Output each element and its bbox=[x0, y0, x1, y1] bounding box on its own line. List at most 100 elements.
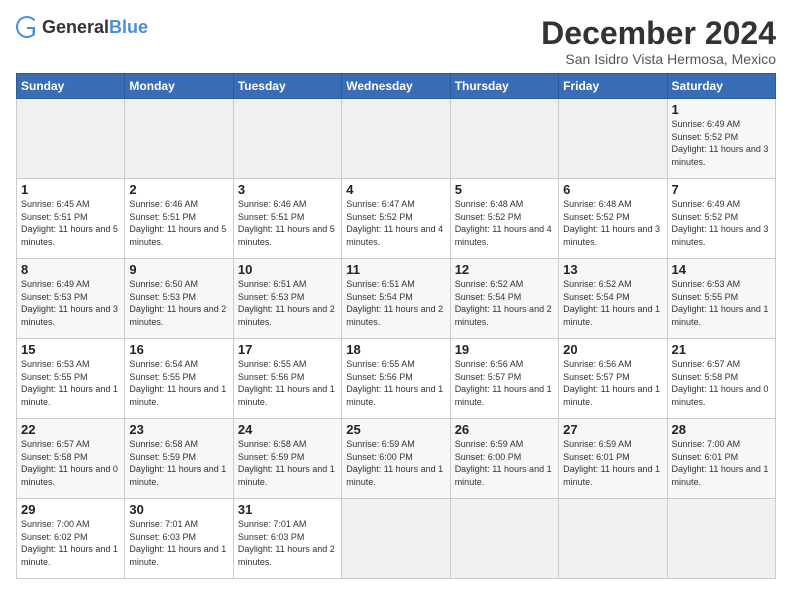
cell-info: Sunrise: 6:45 AMSunset: 5:51 PMDaylight:… bbox=[21, 198, 120, 248]
day-number: 3 bbox=[238, 182, 337, 197]
cell-info: Sunrise: 6:46 AMSunset: 5:51 PMDaylight:… bbox=[238, 198, 337, 248]
calendar-cell bbox=[342, 99, 450, 179]
cell-info: Sunrise: 6:59 AMSunset: 6:00 PMDaylight:… bbox=[455, 438, 554, 488]
day-number: 9 bbox=[129, 262, 228, 277]
cell-info: Sunrise: 6:57 AMSunset: 5:58 PMDaylight:… bbox=[672, 358, 771, 408]
day-number: 8 bbox=[21, 262, 120, 277]
calendar-cell bbox=[450, 99, 558, 179]
calendar-cell bbox=[233, 99, 341, 179]
day-number: 24 bbox=[238, 422, 337, 437]
calendar-week-6: 29Sunrise: 7:00 AMSunset: 6:02 PMDayligh… bbox=[17, 499, 776, 579]
calendar-cell: 19Sunrise: 6:56 AMSunset: 5:57 PMDayligh… bbox=[450, 339, 558, 419]
cell-info: Sunrise: 6:59 AMSunset: 6:00 PMDaylight:… bbox=[346, 438, 445, 488]
calendar-cell: 24Sunrise: 6:58 AMSunset: 5:59 PMDayligh… bbox=[233, 419, 341, 499]
calendar-cell: 28Sunrise: 7:00 AMSunset: 6:01 PMDayligh… bbox=[667, 419, 775, 499]
cell-info: Sunrise: 6:55 AMSunset: 5:56 PMDaylight:… bbox=[238, 358, 337, 408]
cell-info: Sunrise: 6:56 AMSunset: 5:57 PMDaylight:… bbox=[455, 358, 554, 408]
calendar-week-5: 22Sunrise: 6:57 AMSunset: 5:58 PMDayligh… bbox=[17, 419, 776, 499]
day-number: 1 bbox=[21, 182, 120, 197]
calendar-cell: 8Sunrise: 6:49 AMSunset: 5:53 PMDaylight… bbox=[17, 259, 125, 339]
cell-info: Sunrise: 7:00 AMSunset: 6:02 PMDaylight:… bbox=[21, 518, 120, 568]
calendar-cell: 21Sunrise: 6:57 AMSunset: 5:58 PMDayligh… bbox=[667, 339, 775, 419]
day-number: 17 bbox=[238, 342, 337, 357]
calendar-cell: 20Sunrise: 6:56 AMSunset: 5:57 PMDayligh… bbox=[559, 339, 667, 419]
calendar-week-1: 1Sunrise: 6:49 AMSunset: 5:52 PMDaylight… bbox=[17, 99, 776, 179]
day-number: 5 bbox=[455, 182, 554, 197]
logo-general: General bbox=[42, 17, 109, 37]
calendar-cell: 4Sunrise: 6:47 AMSunset: 5:52 PMDaylight… bbox=[342, 179, 450, 259]
calendar-cell: 9Sunrise: 6:50 AMSunset: 5:53 PMDaylight… bbox=[125, 259, 233, 339]
calendar-cell: 30Sunrise: 7:01 AMSunset: 6:03 PMDayligh… bbox=[125, 499, 233, 579]
day-header-wednesday: Wednesday bbox=[342, 74, 450, 99]
cell-info: Sunrise: 6:49 AMSunset: 5:53 PMDaylight:… bbox=[21, 278, 120, 328]
calendar-cell: 7Sunrise: 6:49 AMSunset: 5:52 PMDaylight… bbox=[667, 179, 775, 259]
day-number: 15 bbox=[21, 342, 120, 357]
calendar-cell bbox=[17, 99, 125, 179]
calendar-body: 1Sunrise: 6:49 AMSunset: 5:52 PMDaylight… bbox=[17, 99, 776, 579]
calendar-cell: 6Sunrise: 6:48 AMSunset: 5:52 PMDaylight… bbox=[559, 179, 667, 259]
day-number: 18 bbox=[346, 342, 445, 357]
calendar-cell bbox=[342, 499, 450, 579]
cell-info: Sunrise: 6:53 AMSunset: 5:55 PMDaylight:… bbox=[672, 278, 771, 328]
day-number: 2 bbox=[129, 182, 228, 197]
day-number: 22 bbox=[21, 422, 120, 437]
cell-info: Sunrise: 6:56 AMSunset: 5:57 PMDaylight:… bbox=[563, 358, 662, 408]
logo: GeneralBlue bbox=[16, 16, 148, 38]
calendar-cell: 15Sunrise: 6:53 AMSunset: 5:55 PMDayligh… bbox=[17, 339, 125, 419]
cell-info: Sunrise: 6:59 AMSunset: 6:01 PMDaylight:… bbox=[563, 438, 662, 488]
cell-info: Sunrise: 6:50 AMSunset: 5:53 PMDaylight:… bbox=[129, 278, 228, 328]
calendar-cell bbox=[125, 99, 233, 179]
day-header-sunday: Sunday bbox=[17, 74, 125, 99]
calendar-cell: 2Sunrise: 6:46 AMSunset: 5:51 PMDaylight… bbox=[125, 179, 233, 259]
location-title: San Isidro Vista Hermosa, Mexico bbox=[541, 51, 776, 67]
calendar-cell: 12Sunrise: 6:52 AMSunset: 5:54 PMDayligh… bbox=[450, 259, 558, 339]
cell-info: Sunrise: 6:57 AMSunset: 5:58 PMDaylight:… bbox=[21, 438, 120, 488]
calendar-cell: 25Sunrise: 6:59 AMSunset: 6:00 PMDayligh… bbox=[342, 419, 450, 499]
month-title: December 2024 bbox=[541, 16, 776, 51]
calendar-cell: 13Sunrise: 6:52 AMSunset: 5:54 PMDayligh… bbox=[559, 259, 667, 339]
day-number: 20 bbox=[563, 342, 662, 357]
cell-info: Sunrise: 6:58 AMSunset: 5:59 PMDaylight:… bbox=[129, 438, 228, 488]
day-header-tuesday: Tuesday bbox=[233, 74, 341, 99]
logo-icon bbox=[16, 16, 38, 38]
calendar-cell: 1Sunrise: 6:45 AMSunset: 5:51 PMDaylight… bbox=[17, 179, 125, 259]
cell-info: Sunrise: 6:52 AMSunset: 5:54 PMDaylight:… bbox=[455, 278, 554, 328]
cell-info: Sunrise: 6:54 AMSunset: 5:55 PMDaylight:… bbox=[129, 358, 228, 408]
day-number: 23 bbox=[129, 422, 228, 437]
day-number: 6 bbox=[563, 182, 662, 197]
day-number: 11 bbox=[346, 262, 445, 277]
day-number: 26 bbox=[455, 422, 554, 437]
calendar-cell: 1Sunrise: 6:49 AMSunset: 5:52 PMDaylight… bbox=[667, 99, 775, 179]
day-number: 27 bbox=[563, 422, 662, 437]
cell-info: Sunrise: 6:51 AMSunset: 5:53 PMDaylight:… bbox=[238, 278, 337, 328]
calendar-cell: 31Sunrise: 7:01 AMSunset: 6:03 PMDayligh… bbox=[233, 499, 341, 579]
day-header-monday: Monday bbox=[125, 74, 233, 99]
day-header-thursday: Thursday bbox=[450, 74, 558, 99]
title-block: December 2024 San Isidro Vista Hermosa, … bbox=[541, 16, 776, 67]
calendar-cell: 26Sunrise: 6:59 AMSunset: 6:00 PMDayligh… bbox=[450, 419, 558, 499]
cell-info: Sunrise: 6:51 AMSunset: 5:54 PMDaylight:… bbox=[346, 278, 445, 328]
cell-info: Sunrise: 6:49 AMSunset: 5:52 PMDaylight:… bbox=[672, 118, 771, 168]
calendar-cell: 10Sunrise: 6:51 AMSunset: 5:53 PMDayligh… bbox=[233, 259, 341, 339]
calendar-cell bbox=[559, 99, 667, 179]
calendar-cell: 16Sunrise: 6:54 AMSunset: 5:55 PMDayligh… bbox=[125, 339, 233, 419]
calendar-cell: 11Sunrise: 6:51 AMSunset: 5:54 PMDayligh… bbox=[342, 259, 450, 339]
calendar-cell: 14Sunrise: 6:53 AMSunset: 5:55 PMDayligh… bbox=[667, 259, 775, 339]
day-number: 16 bbox=[129, 342, 228, 357]
calendar-week-3: 8Sunrise: 6:49 AMSunset: 5:53 PMDaylight… bbox=[17, 259, 776, 339]
cell-info: Sunrise: 6:48 AMSunset: 5:52 PMDaylight:… bbox=[455, 198, 554, 248]
calendar-cell: 17Sunrise: 6:55 AMSunset: 5:56 PMDayligh… bbox=[233, 339, 341, 419]
day-number: 28 bbox=[672, 422, 771, 437]
day-number: 1 bbox=[672, 102, 771, 117]
calendar-cell: 23Sunrise: 6:58 AMSunset: 5:59 PMDayligh… bbox=[125, 419, 233, 499]
day-header-saturday: Saturday bbox=[667, 74, 775, 99]
cell-info: Sunrise: 6:47 AMSunset: 5:52 PMDaylight:… bbox=[346, 198, 445, 248]
calendar-header-row: SundayMondayTuesdayWednesdayThursdayFrid… bbox=[17, 74, 776, 99]
calendar-week-4: 15Sunrise: 6:53 AMSunset: 5:55 PMDayligh… bbox=[17, 339, 776, 419]
day-number: 19 bbox=[455, 342, 554, 357]
calendar-cell: 29Sunrise: 7:00 AMSunset: 6:02 PMDayligh… bbox=[17, 499, 125, 579]
calendar-cell: 5Sunrise: 6:48 AMSunset: 5:52 PMDaylight… bbox=[450, 179, 558, 259]
day-number: 29 bbox=[21, 502, 120, 517]
day-number: 25 bbox=[346, 422, 445, 437]
day-number: 12 bbox=[455, 262, 554, 277]
